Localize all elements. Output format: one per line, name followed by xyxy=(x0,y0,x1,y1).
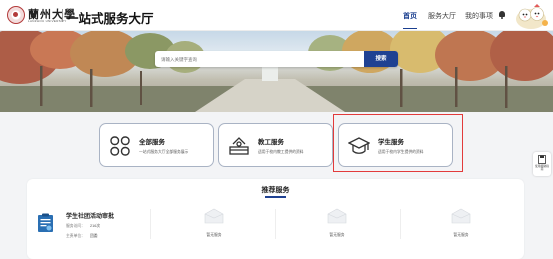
highlight-frame xyxy=(333,114,463,172)
empty-service-slot: 暂无服务 xyxy=(194,206,234,246)
empty-box-icon xyxy=(327,208,347,224)
avatar[interactable] xyxy=(509,1,553,30)
views-value: 216次 xyxy=(89,224,101,228)
nav-home[interactable]: 首页 xyxy=(403,11,417,29)
nav-my-items[interactable]: 我的事项 xyxy=(465,11,493,21)
site-title: 一站式服务大厅 xyxy=(66,12,154,26)
empty-label: 暂无服务 xyxy=(329,233,345,237)
section-title: 推荐服务 xyxy=(261,187,290,194)
help-guide-button[interactable]: 使用帮助指南 xyxy=(533,152,551,176)
dept-label: 主责单位： xyxy=(66,234,85,238)
card-title: 教工服务 xyxy=(258,139,284,146)
divider xyxy=(400,209,401,239)
dept-value: 团委 xyxy=(89,234,98,238)
top-header: 蘭州大學 LANZHOU UNIVERSITY 一站式服务大厅 首页 服务大厅 … xyxy=(0,0,553,31)
empty-label: 暂无服务 xyxy=(453,233,469,237)
search-button[interactable]: 搜索 xyxy=(364,51,398,67)
service-views: 服务访问： 216次 xyxy=(66,224,100,229)
campus-banner: 搜索 xyxy=(0,31,553,112)
search-bar: 搜索 xyxy=(155,51,398,67)
save-icon xyxy=(538,155,546,164)
service-department: 主责单位： 团委 xyxy=(66,234,98,239)
university-seal-logo[interactable] xyxy=(7,6,25,24)
empty-label: 暂无服务 xyxy=(206,233,222,237)
card-staff-services[interactable]: 教工服务 适用于校内教工提供的资料 xyxy=(218,123,333,167)
banner-overlay xyxy=(0,31,553,112)
card-desc: 适用于校内教工提供的资料 xyxy=(258,150,304,154)
divider xyxy=(275,209,276,239)
empty-service-slot: 暂无服务 xyxy=(441,206,481,246)
card-all-services[interactable]: 全部服务 一站式服务大厅全部服务展示 xyxy=(99,123,214,167)
document-approval-icon[interactable] xyxy=(37,213,54,233)
recommended-services: 推荐服务 学生社团活动审批 服务访问： 216次 主责单位： 团委 暂无服务 暂无服… xyxy=(27,179,524,259)
views-label: 服务访问： xyxy=(66,224,85,228)
empty-box-icon xyxy=(204,208,224,224)
university-logo-subtext: LANZHOU UNIVERSITY xyxy=(28,19,67,23)
bell-icon[interactable] xyxy=(499,11,505,19)
empty-box-icon xyxy=(451,208,471,224)
nav-service-hall[interactable]: 服务大厅 xyxy=(428,11,456,21)
teacher-desk-icon xyxy=(229,137,249,155)
divider xyxy=(150,209,151,239)
help-guide-label: 使用帮助指南 xyxy=(535,164,549,172)
service-name[interactable]: 学生社团活动审批 xyxy=(66,211,114,220)
card-title: 全部服务 xyxy=(139,139,165,146)
grid-icon xyxy=(110,136,130,156)
section-title-underline xyxy=(265,196,286,198)
logo-divider xyxy=(62,9,63,22)
empty-service-slot: 暂无服务 xyxy=(317,206,357,246)
search-input[interactable] xyxy=(155,51,364,67)
card-desc: 一站式服务大厅全部服务展示 xyxy=(139,150,189,154)
